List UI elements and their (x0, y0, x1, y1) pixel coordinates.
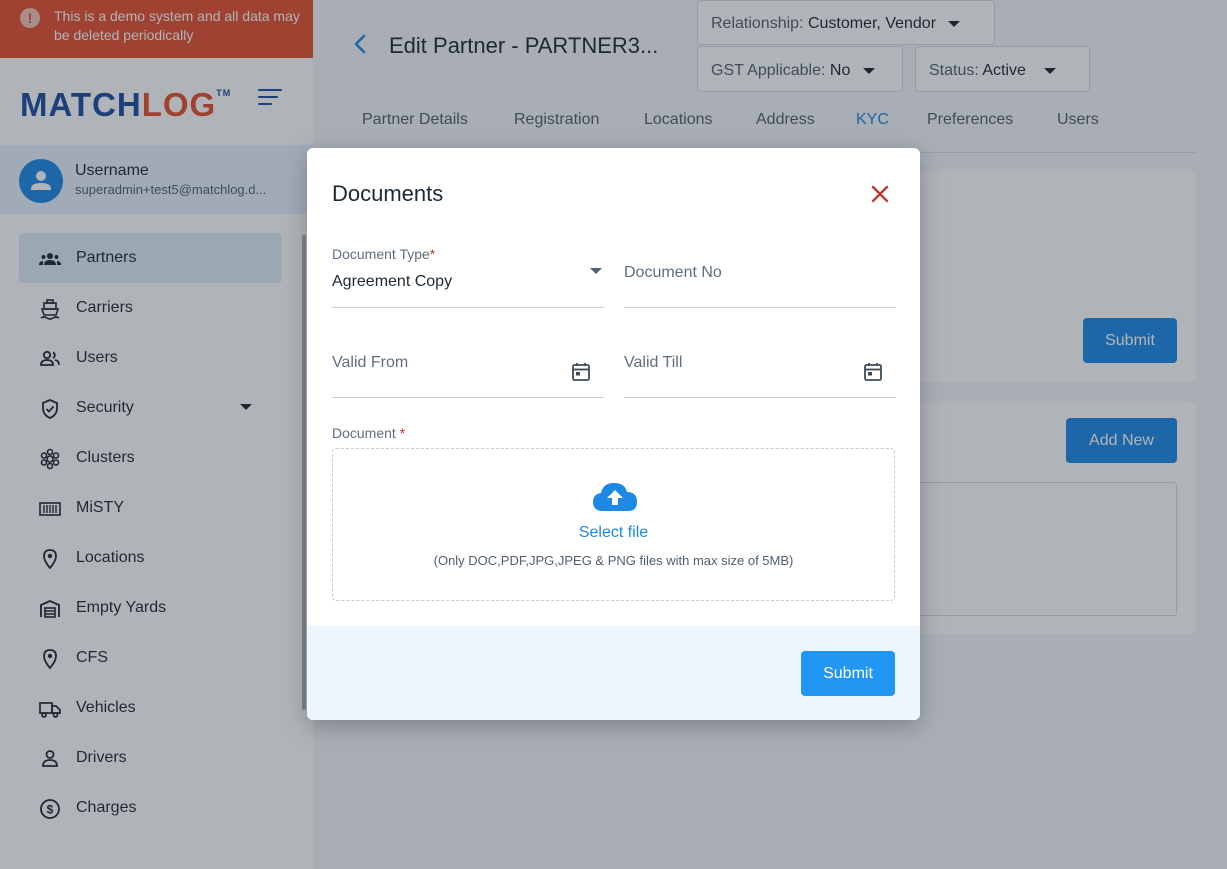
modal-title: Documents (332, 181, 444, 206)
calendar-icon[interactable] (572, 362, 590, 382)
document-type-value: Agreement Copy (332, 273, 453, 290)
document-type-select[interactable]: Document Type* Agreement Copy (332, 246, 604, 308)
close-icon[interactable] (870, 184, 890, 204)
file-dropzone[interactable]: Select file (Only DOC,PDF,JPG,JPEG & PNG… (332, 448, 895, 601)
modal-footer: Submit (307, 626, 920, 720)
valid-till-placeholder: Valid Till (624, 354, 683, 371)
documents-modal: Documents Document Type* Agreement Copy … (307, 148, 920, 720)
chevron-down-icon (590, 268, 602, 274)
submit-button[interactable]: Submit (801, 651, 895, 696)
file-hint: (Only DOC,PDF,JPG,JPEG & PNG files with … (433, 553, 794, 568)
valid-till-input[interactable]: Valid Till (624, 336, 896, 398)
cloud-upload-icon (593, 483, 637, 511)
document-label: Document * (332, 425, 406, 441)
document-no-input[interactable]: Document No (624, 246, 896, 308)
valid-from-input[interactable]: Valid From (332, 336, 604, 398)
calendar-icon[interactable] (864, 362, 882, 382)
valid-from-placeholder: Valid From (332, 354, 409, 371)
select-file-link[interactable]: Select file (333, 524, 894, 542)
document-no-placeholder: Document No (624, 264, 722, 281)
document-type-label: Document Type* (332, 246, 436, 262)
